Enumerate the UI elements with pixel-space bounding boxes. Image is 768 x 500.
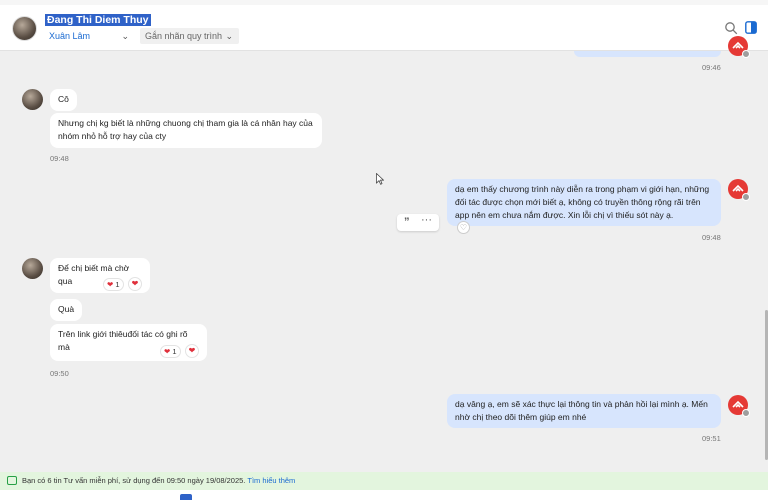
search-icon[interactable] (724, 21, 738, 35)
heart-outline-icon[interactable]: ♡ (457, 221, 470, 234)
agent-avatar (728, 179, 750, 201)
composer-area[interactable] (0, 490, 768, 500)
heart-icon[interactable]: ❤ (185, 344, 199, 358)
agent-avatar (728, 395, 750, 417)
assignee-label: Xuân Lâm (49, 31, 91, 41)
message-bubble-incoming[interactable]: Nhưng chị kg biết là những chuong chị th… (50, 113, 322, 148)
free-consult-banner: Bạn có 6 tin Tư vấn miễn phí, sử dụng đế… (0, 472, 768, 490)
learn-more-link[interactable]: Tìm hiểu thêm (247, 476, 295, 485)
message-bubble-outgoing[interactable]: dạ em thấy chương trình này diễn ra tron… (447, 179, 721, 226)
quote-icon[interactable]: ” (404, 216, 410, 228)
customer-avatar (22, 89, 43, 110)
message-time: 09:50 (50, 369, 69, 378)
contact-avatar[interactable] (12, 16, 37, 41)
message-bubble-outgoing[interactable]: dạ vâng ạ, em sẽ xác thực lại thông tin … (447, 394, 721, 428)
heart-icon[interactable]: ❤ (128, 277, 142, 291)
reaction-count[interactable]: ❤ 1 (103, 278, 124, 291)
status-dot (742, 193, 750, 201)
mouse-cursor-icon (376, 173, 384, 185)
message-time: 09:51 (702, 434, 721, 443)
status-dot (742, 409, 750, 417)
message-time: 09:48 (50, 154, 69, 163)
message-bubble-outgoing[interactable] (574, 51, 721, 57)
top-divider (0, 0, 768, 5)
reaction-count[interactable]: ❤ 1 (160, 345, 181, 358)
heart-icon: ❤ (164, 347, 171, 356)
message-time: 09:46 (702, 63, 721, 72)
message-time: 09:48 (702, 233, 721, 242)
assignee-select[interactable]: Xuân Lâm ⌄ (45, 28, 135, 44)
chevron-down-icon: ⌄ (121, 31, 129, 41)
banner-text: Bạn có 6 tin Tư vấn miễn phí, sử dụng đế… (22, 476, 246, 485)
chevron-down-icon: ⌄ (225, 31, 233, 41)
reaction-count-value: 1 (172, 347, 177, 356)
tag-process-label: Gắn nhãn quy trình (145, 31, 223, 41)
status-dot (742, 50, 750, 58)
heart-icon: ❤ (107, 280, 114, 289)
reaction-count-value: 1 (115, 280, 120, 289)
more-options-icon[interactable]: ··· (421, 214, 432, 226)
side-panel-icon[interactable] (745, 21, 757, 34)
composer-indicator (180, 494, 192, 500)
customer-avatar (22, 258, 43, 279)
message-bubble-incoming[interactable]: Quà (50, 299, 83, 321)
message-hover-toolbar: ” ··· (397, 214, 439, 231)
chat-header: Đang Thi Diem Thuy Xuân Lâm ⌄ Gắn nhãn q… (0, 0, 768, 51)
message-bubble-incoming[interactable]: Trên link giới thiêuđối tác có ghi rõ mà (50, 324, 207, 361)
chat-icon (7, 476, 17, 485)
contact-name[interactable]: Đang Thi Diem Thuy (45, 14, 151, 26)
agent-avatar (728, 36, 750, 58)
message-bubble-incoming[interactable]: Cô (50, 89, 77, 111)
tag-process-button[interactable]: Gắn nhãn quy trình ⌄ (140, 28, 239, 44)
